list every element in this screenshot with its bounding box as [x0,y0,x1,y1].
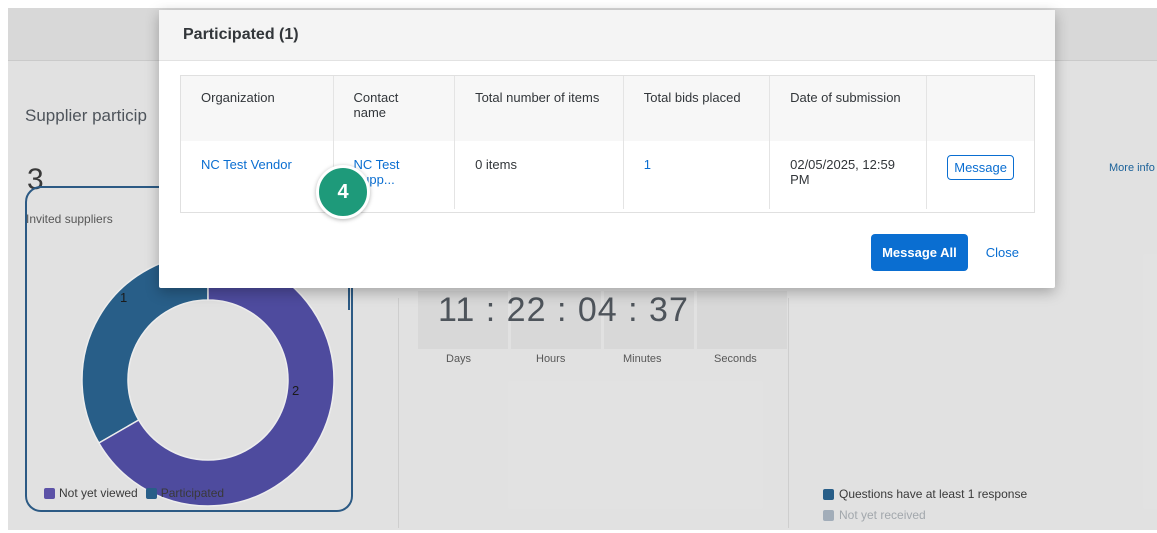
table-header-row: Organization Contact name Total number o… [181,76,1034,141]
message-button[interactable]: Message [947,155,1014,180]
column-header-organization: Organization [181,76,334,141]
callout-number-badge: 4 [316,165,370,219]
close-button[interactable]: Close [986,245,1019,260]
screen-frame: Supplier particip 3 Invited suppliers 1 … [0,0,1157,533]
column-header-actions [926,76,1034,141]
bids-link[interactable]: 1 [644,157,651,172]
organization-link[interactable]: NC Test Vendor [201,157,292,172]
message-all-button[interactable]: Message All [871,234,968,271]
column-header-date-submission: Date of submission [769,76,928,141]
table-row: NC Test Vendor NC Test Supp... 0 items 1… [181,141,1034,209]
column-header-contact-name: Contact name [333,76,456,141]
items-cell: 0 items [454,141,624,209]
dialog-footer: Message All Close [871,234,1019,271]
submission-date-cell: 02/05/2025, 12:59 PM [769,141,928,209]
column-header-total-items: Total number of items [454,76,624,141]
dialog-title: Participated (1) [159,10,1055,61]
participants-table: Organization Contact name Total number o… [180,75,1035,213]
participated-dialog: Participated (1) Organization Contact na… [159,10,1055,288]
column-header-total-bids: Total bids placed [623,76,771,141]
